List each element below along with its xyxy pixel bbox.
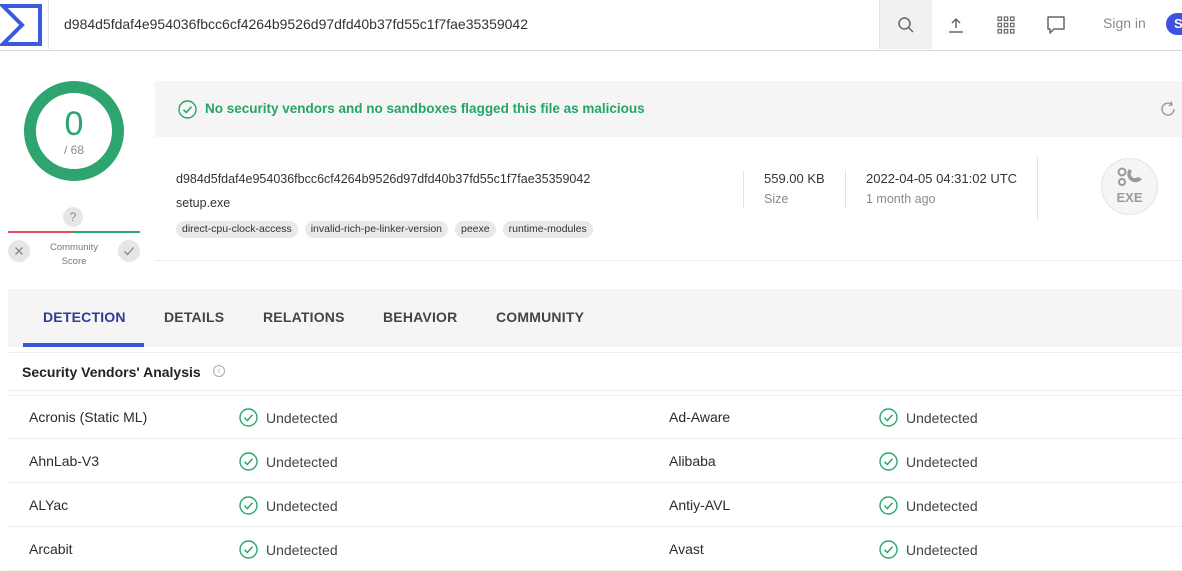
downvote-button[interactable] <box>8 240 30 262</box>
vendor-result: Undetected <box>239 408 338 427</box>
vendor-name: Antiy-AVL <box>669 497 731 513</box>
active-tab-indicator <box>23 343 144 347</box>
tag[interactable]: invalid-rich-pe-linker-version <box>304 221 448 238</box>
check-circle-icon <box>239 540 258 559</box>
vendor-name: Avast <box>669 541 704 557</box>
community-score: ? Community Score <box>8 206 140 268</box>
vendor-result: Undetected <box>239 540 338 559</box>
detection-total: / 68 <box>63 143 84 157</box>
file-type-label: EXE <box>1116 190 1143 205</box>
community-label: Community Score <box>38 241 110 269</box>
community-label-line1: Community <box>49 242 99 253</box>
sign-in-link[interactable]: Sign in <box>1103 15 1146 31</box>
check-circle-icon <box>879 452 898 471</box>
gears-icon <box>1117 167 1142 186</box>
result-label: Undetected <box>906 453 978 470</box>
check-icon <box>124 247 134 256</box>
community-score-bar <box>8 231 140 233</box>
table-row: Arcabit Undetected Avast Undetected <box>8 527 1182 571</box>
check-circle-icon <box>178 100 197 119</box>
tab-relations[interactable]: RELATIONS <box>263 309 345 325</box>
result-label: Undetected <box>266 497 338 514</box>
chat-button[interactable] <box>1031 0 1081 49</box>
detection-count: 0 <box>64 105 84 143</box>
tab-bar: DETECTION DETAILS RELATIONS BEHAVIOR COM… <box>8 289 1182 347</box>
vendor-name: Ad-Aware <box>669 409 731 425</box>
upvote-button[interactable] <box>118 240 140 262</box>
table-row: AhnLab-V3 Undetected Alibaba Undetected <box>8 439 1182 483</box>
vendor-result: Undetected <box>879 496 978 515</box>
tag[interactable]: peexe <box>455 221 496 238</box>
result-label: Undetected <box>906 541 978 558</box>
file-tags: direct-cpu-clock-access invalid-rich-pe-… <box>176 221 593 238</box>
result-label: Undetected <box>266 409 338 426</box>
reanalyze-icon[interactable] <box>1158 99 1178 119</box>
vendor-result: Undetected <box>239 496 338 515</box>
search-icon <box>898 16 914 33</box>
vendor-name: Alibaba <box>669 453 716 469</box>
vendor-result: Undetected <box>879 540 978 559</box>
result-label: Undetected <box>906 497 978 514</box>
section-title: Security Vendors' Analysis <box>22 364 201 380</box>
vendor-name: AhnLab-V3 <box>29 453 100 469</box>
grid-icon <box>997 15 1015 34</box>
tab-detection[interactable]: DETECTION <box>43 309 126 325</box>
community-label-line2: Score <box>61 256 87 267</box>
virustotal-logo-icon[interactable] <box>0 0 49 49</box>
divider <box>1037 157 1038 220</box>
vendor-name: Acronis (Static ML) <box>29 409 148 425</box>
vendor-result: Undetected <box>239 452 338 471</box>
check-circle-icon <box>239 452 258 471</box>
verdict-text: No security vendors and no sandboxes fla… <box>205 101 645 116</box>
result-label: Undetected <box>266 453 338 470</box>
divider <box>845 170 846 208</box>
top-bar: Sign in S <box>0 0 1182 51</box>
vendor-name: ALYac <box>29 497 69 513</box>
close-icon <box>15 247 23 255</box>
file-type-badge: EXE <box>1101 158 1158 215</box>
upload-icon <box>949 17 963 33</box>
community-score-unknown: ? <box>63 207 83 227</box>
tag[interactable]: runtime-modules <box>502 221 593 238</box>
search-button[interactable] <box>879 0 932 49</box>
check-circle-icon <box>239 408 258 427</box>
search-input[interactable] <box>64 0 864 49</box>
check-circle-icon <box>879 496 898 515</box>
vendor-name: Arcabit <box>29 541 73 557</box>
tab-behavior[interactable]: BEHAVIOR <box>383 309 457 325</box>
tag[interactable]: direct-cpu-clock-access <box>176 221 298 238</box>
sign-up-button[interactable]: S <box>1166 13 1182 35</box>
check-circle-icon <box>879 540 898 559</box>
last-analysis-date: 2022-04-05 04:31:02 UTC <box>866 171 1018 186</box>
table-row: ALYac Undetected Antiy-AVL Undetected <box>8 483 1182 527</box>
tab-details[interactable]: DETAILS <box>164 309 224 325</box>
file-info-panel: d984d5fdaf4e954036fbcc6cf4264b9526d97dfd… <box>155 137 1182 261</box>
result-label: Undetected <box>906 409 978 426</box>
file-name: setup.exe <box>176 196 231 210</box>
check-circle-icon <box>239 496 258 515</box>
vendor-result: Undetected <box>879 408 978 427</box>
verdict-banner: No security vendors and no sandboxes fla… <box>155 81 1182 137</box>
file-size: 559.00 KB <box>764 171 825 186</box>
file-hash: d984d5fdaf4e954036fbcc6cf4264b9526d97dfd… <box>176 172 591 186</box>
file-size-label: Size <box>764 192 789 206</box>
vendor-result: Undetected <box>879 452 978 471</box>
vendors-table: Acronis (Static ML) Undetected Ad-Aware Und… <box>8 395 1182 571</box>
tab-community[interactable]: COMMUNITY <box>496 309 584 325</box>
vendors-analysis-header: Security Vendors' Analysis i <box>8 352 1182 391</box>
info-icon[interactable]: i <box>213 365 225 377</box>
last-analysis-ago: 1 month ago <box>866 192 936 206</box>
apps-button[interactable] <box>981 0 1031 49</box>
divider <box>743 170 744 208</box>
table-row: Acronis (Static ML) Undetected Ad-Aware Und… <box>8 395 1182 439</box>
check-circle-icon <box>879 408 898 427</box>
chat-icon <box>1047 15 1065 34</box>
upload-button[interactable] <box>931 0 981 49</box>
result-label: Undetected <box>266 541 338 558</box>
